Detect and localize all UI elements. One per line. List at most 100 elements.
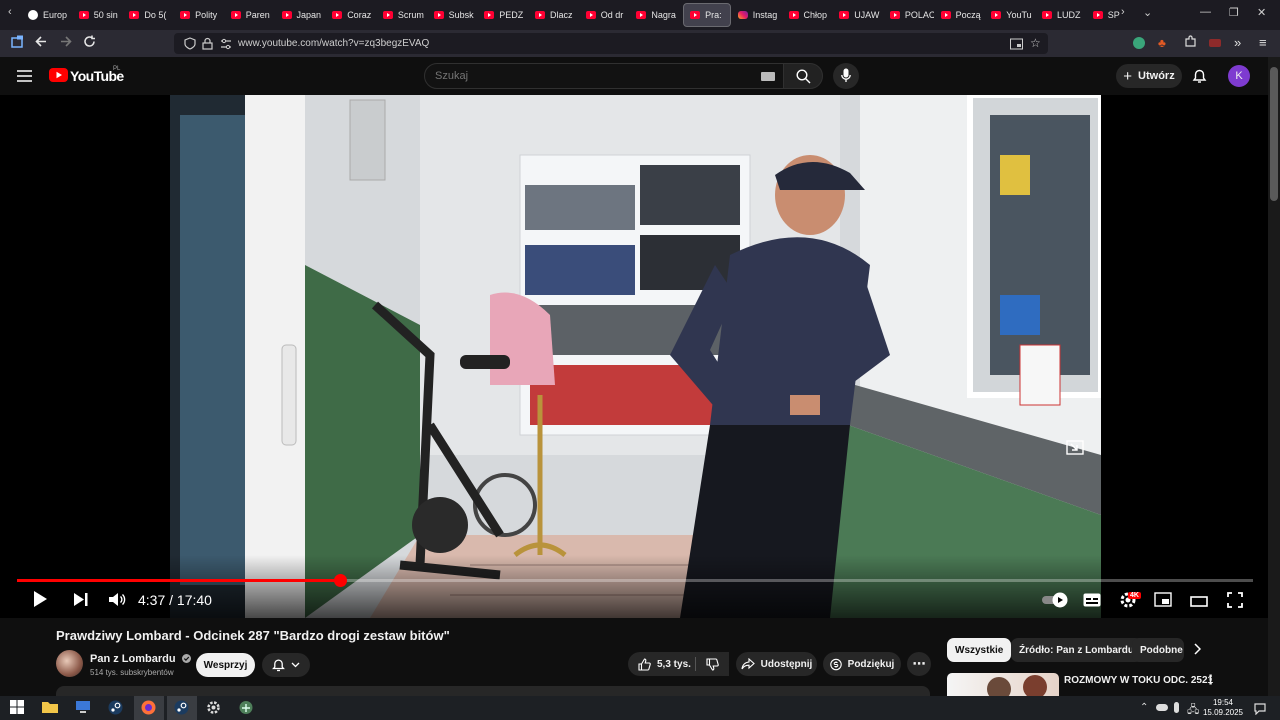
browser-tab[interactable]: LUDZ [1042, 4, 1086, 26]
voice-search-button[interactable] [833, 63, 859, 89]
network-icon[interactable]: 🖧 [1187, 701, 1199, 720]
steam-icon[interactable] [108, 700, 124, 716]
keyboard-icon[interactable] [761, 72, 775, 81]
hidden-icons-chevron-icon[interactable]: ⌃ [1140, 702, 1148, 713]
site-permissions-icon[interactable] [220, 37, 232, 55]
reader-view-icon[interactable] [1010, 37, 1023, 55]
guide-menu-icon[interactable] [17, 69, 32, 87]
support-button[interactable]: Wesprzyj [196, 653, 255, 677]
subtitles-button[interactable] [1083, 593, 1101, 612]
browser-tab[interactable]: Do 5( [129, 4, 173, 26]
browser-tab[interactable]: UJAW [839, 4, 883, 26]
video-frame[interactable] [170, 95, 1101, 618]
sidebar-toggle-icon[interactable] [11, 35, 24, 51]
enter-miniplayer-overlay-icon[interactable] [1066, 440, 1084, 460]
notifications-bell-icon[interactable] [1192, 68, 1207, 89]
more-actions-button[interactable]: ⋯ [907, 652, 931, 676]
tab-scroll-right-icon[interactable]: › [1121, 6, 1125, 18]
extension-shield-icon[interactable] [1133, 37, 1145, 49]
youtube-logo-icon[interactable] [49, 68, 68, 87]
search-box[interactable] [424, 63, 784, 89]
page-scrollbar-thumb[interactable] [1270, 67, 1278, 201]
remote-desktop-icon[interactable] [75, 700, 91, 716]
search-input[interactable] [435, 68, 735, 84]
dislike-button[interactable] [696, 652, 729, 676]
filter-chip[interactable]: Podobne [1132, 638, 1184, 662]
mute-volume-button[interactable] [108, 592, 126, 612]
browser-tab[interactable]: Chłop [788, 4, 833, 26]
forward-button[interactable] [59, 35, 72, 51]
bookmark-star-icon[interactable]: ☆ [1030, 36, 1041, 50]
browser-tab[interactable]: YouTu [991, 4, 1035, 26]
browser-tab[interactable]: Scrum [382, 4, 427, 26]
steam-client-icon[interactable] [174, 700, 190, 716]
notification-preferences-button[interactable] [262, 653, 310, 677]
windows-start-icon[interactable] [10, 700, 26, 716]
channel-avatar[interactable] [56, 650, 83, 677]
browser-tab[interactable]: SP [1092, 4, 1137, 26]
page-scrollbar[interactable] [1268, 57, 1280, 696]
browser-tab[interactable]: Nagra [636, 4, 680, 26]
browser-tab[interactable]: PEDZ [484, 4, 528, 26]
file-explorer-icon[interactable] [42, 700, 58, 716]
list-all-tabs-icon[interactable]: ⌄ [1143, 6, 1152, 19]
reload-button[interactable] [83, 35, 96, 51]
progress-scrubber[interactable] [333, 574, 347, 587]
share-button[interactable]: Udostępnij [736, 652, 817, 676]
usb-device-icon[interactable] [1174, 702, 1179, 713]
description-box[interactable] [56, 686, 930, 696]
create-button[interactable]: + Utwórz [1116, 64, 1182, 88]
miniplayer-button[interactable] [1154, 592, 1172, 612]
close-window-icon[interactable]: ✕ [1257, 6, 1266, 19]
browser-tab[interactable]: POLAC [889, 4, 934, 26]
notification-center-icon[interactable] [1254, 702, 1266, 720]
video-player[interactable]: 4:37 / 17:40 4K [0, 95, 1268, 618]
address-bar[interactable]: www.youtube.com/watch?v=zq3begzEVAQ ☆ [174, 33, 1048, 54]
play-button[interactable] [32, 590, 48, 613]
browser-tab[interactable]: Instag [737, 4, 782, 26]
browser-tab[interactable]: Pra:✕ [683, 3, 732, 27]
app-taskbar-icon[interactable] [238, 700, 254, 716]
account-avatar[interactable]: K [1228, 65, 1250, 87]
system-clock[interactable]: 19:54 15.09.2025 [1200, 698, 1246, 718]
recommendation-thumbnail[interactable] [947, 673, 1059, 696]
tab-scroll-left-icon[interactable]: ‹ [8, 6, 12, 18]
browser-tab[interactable]: Polity [180, 4, 224, 26]
browser-tab[interactable]: Począ [940, 4, 985, 26]
settings-taskbar-icon[interactable] [206, 700, 222, 716]
restore-window-icon[interactable]: ❐ [1229, 6, 1239, 19]
minimize-window-icon[interactable]: — [1200, 6, 1211, 18]
extension-counter-icon[interactable] [1208, 34, 1222, 51]
extensions-puzzle-icon[interactable] [1184, 35, 1197, 51]
browser-tab[interactable]: Od dr [585, 4, 630, 26]
search-button[interactable] [783, 63, 823, 89]
theater-mode-button[interactable] [1190, 594, 1208, 612]
browser-tab[interactable]: Dlacz [535, 4, 579, 26]
browser-tab[interactable]: Paren [230, 4, 275, 26]
autoplay-toggle[interactable] [1041, 592, 1069, 613]
app-menu-icon[interactable]: ≡ [1259, 35, 1267, 50]
browser-tab[interactable]: Subsk [433, 4, 478, 26]
browser-tab[interactable]: Europ [28, 4, 72, 26]
filter-chip[interactable]: Źródło: Pan z Lombardu [1011, 638, 1142, 662]
browser-tab[interactable]: 50 sin [78, 4, 123, 26]
filter-chip[interactable]: Wszystkie [947, 638, 1012, 662]
chips-next-icon[interactable] [1193, 642, 1202, 660]
browser-tab[interactable]: Coraz [332, 4, 376, 26]
channel-name-text[interactable]: Pan z Lombardu [90, 653, 176, 665]
overflow-chevron-icon[interactable]: » [1234, 35, 1241, 50]
thanks-button[interactable]: Podziękuj [823, 652, 901, 676]
browser-tab[interactable]: Japan [281, 4, 326, 26]
recommendation-title[interactable]: ROZMOWY W TOKU ODC. 2521 [1064, 675, 1213, 686]
next-video-button[interactable] [73, 592, 89, 612]
back-button[interactable] [35, 35, 48, 51]
fullscreen-button[interactable] [1227, 592, 1243, 613]
lock-icon[interactable] [202, 37, 213, 55]
extension-fox-icon[interactable]: ♣ [1158, 36, 1166, 50]
recommendation-menu-icon[interactable]: ⋮ [1204, 672, 1217, 688]
url-text[interactable]: www.youtube.com/watch?v=zq3begzEVAQ [238, 38, 429, 49]
tracking-protection-icon[interactable] [184, 37, 196, 55]
firefox-icon[interactable] [141, 700, 157, 716]
onedrive-cloud-icon[interactable] [1156, 704, 1168, 711]
channel-name[interactable]: Pan z Lombardu [90, 653, 191, 665]
